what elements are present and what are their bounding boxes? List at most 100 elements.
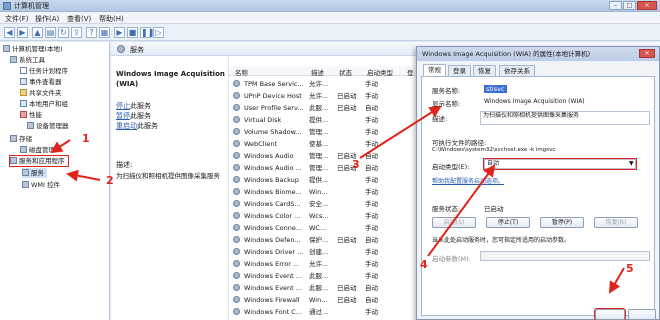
up-folder-icon[interactable]: ▲ <box>32 27 43 38</box>
tree-item-task-scheduler[interactable]: 任务计划程序 <box>20 66 68 76</box>
menu-action[interactable]: 操作(A) <box>35 14 59 24</box>
window-titlebar: 计算机管理 – □ ✕ <box>0 0 660 12</box>
help-icon[interactable]: ? <box>86 27 97 38</box>
service-row[interactable]: Windows Event ... 此服... 手动 <box>233 270 423 282</box>
restart-service-link[interactable]: 重启动 <box>116 122 137 130</box>
service-startup-type: 手动 <box>365 176 378 184</box>
service-row[interactable]: Windows Color ... Wcs... 手动 <box>233 210 423 222</box>
tree-item-performance[interactable]: 性能 <box>20 110 42 120</box>
service-row[interactable]: Virtual Disk 提供... 手动 <box>233 114 423 126</box>
column-logon[interactable]: 登 <box>407 67 414 77</box>
properties-icon[interactable]: ▦ <box>99 27 110 38</box>
service-row[interactable]: Windows Audio 管理... 已启动 自动 <box>233 150 423 162</box>
cancel-button[interactable] <box>628 309 656 320</box>
service-gear-icon <box>233 296 240 303</box>
service-startup-type: 手动 <box>365 248 378 256</box>
start-params-hint: 当从此处启动服务时，您可指定所适用的启动参数。 <box>432 237 571 244</box>
start-params-input[interactable] <box>480 251 650 261</box>
play-icon[interactable]: ▶ <box>114 27 125 38</box>
service-row[interactable]: Windows Defen... 保护... 已启动 自动 <box>233 234 423 246</box>
tree-item-wmi[interactable]: WMI 控件 <box>22 180 60 190</box>
tree-item-device-manager[interactable]: 设备管理器 <box>27 121 69 131</box>
service-row[interactable]: Windows Biome... Win... 手动 <box>233 186 423 198</box>
service-row[interactable]: Windows Font C... 通过... 手动 <box>233 306 423 318</box>
maximize-button[interactable]: □ <box>623 1 636 10</box>
service-row[interactable]: User Profile Serv... 此服... 已启动 自动 <box>233 102 423 114</box>
refresh-icon[interactable]: ↻ <box>58 27 69 38</box>
pause-icon[interactable]: ❚❚ <box>140 27 154 38</box>
service-startup-type: 手动 <box>365 92 378 100</box>
tree-item-event-viewer[interactable]: 事件查看器 <box>20 77 62 87</box>
help-configure-link[interactable]: 帮助我配置服务启动选项。 <box>432 176 504 185</box>
column-startup-type[interactable]: 启动类型 <box>367 67 393 77</box>
close-button[interactable]: ✕ <box>637 1 657 10</box>
column-description[interactable]: 描述 <box>311 67 324 77</box>
tree-item-shared-folders[interactable]: 共享文件夹 <box>20 88 62 98</box>
menu-view[interactable]: 查看(V) <box>67 14 91 24</box>
start-button[interactable]: 启动(S) <box>432 217 476 228</box>
service-row[interactable]: TPM Base Servic... 允许... 手动 <box>233 78 423 90</box>
service-row[interactable]: Windows Error ... 允许... 手动 <box>233 258 423 270</box>
stop-service-link[interactable]: 停止 <box>116 102 130 110</box>
service-gear-icon <box>233 164 240 171</box>
service-row[interactable]: Windows Event ... 此服... 已启动 自动 <box>233 282 423 294</box>
tree-item-local-users[interactable]: 本地用户和组 <box>20 99 68 109</box>
service-name: Windows Error ... <box>244 260 300 268</box>
startup-type-label: 启动类型(E): <box>432 163 470 171</box>
menu-help[interactable]: 帮助(H) <box>99 14 124 24</box>
column-name[interactable]: 名称 <box>235 67 248 77</box>
service-row[interactable]: UPnP Device Host 允许... 已启动 手动 <box>233 90 423 102</box>
description-field: 为扫描仪和照相机提供图像采集服务 <box>480 111 650 125</box>
service-row[interactable]: WebClient 使基... 手动 <box>233 138 423 150</box>
service-name: Virtual Disk <box>244 116 282 124</box>
pause-service-link[interactable]: 暂停 <box>116 112 130 120</box>
tab-recovery[interactable]: 恢复 <box>473 65 496 76</box>
chevron-down-icon[interactable]: ▼ <box>629 160 634 167</box>
ok-button[interactable] <box>594 308 626 320</box>
path-label: 可执行文件的路径: <box>432 139 487 147</box>
service-name-heading-2: (WIA) <box>116 80 139 88</box>
dialog-close-button[interactable]: ✕ <box>639 49 655 58</box>
startup-type-select[interactable]: 自动 <box>483 158 637 170</box>
service-startup-type: 自动 <box>365 164 378 172</box>
tree-item-services-apps[interactable]: 服务和应用程序 <box>9 155 69 167</box>
export-icon[interactable]: ⇪ <box>71 27 82 38</box>
service-row[interactable]: Volume Shadow... 管理... 手动 <box>233 126 423 138</box>
resume-button[interactable]: 恢复(R) <box>594 217 638 228</box>
tree-item-storage[interactable]: 存储 <box>10 134 32 144</box>
service-status-label: 服务状态: <box>432 205 461 213</box>
service-description: 通过... <box>309 308 329 316</box>
tree-item-services[interactable]: 服务 <box>22 168 47 178</box>
service-gear-icon <box>233 152 240 159</box>
restart-icon[interactable]: ▷ <box>153 27 164 38</box>
service-row[interactable]: Windows Conne... WC... 手动 <box>233 222 423 234</box>
service-row[interactable]: Windows Backup 提供... 手动 <box>233 174 423 186</box>
service-row[interactable]: Windows Audio ... 管理... 已启动 自动 <box>233 162 423 174</box>
service-name: WebClient <box>244 140 277 148</box>
column-status[interactable]: 状态 <box>339 67 352 77</box>
service-description: 保护... <box>309 236 329 244</box>
menu-file[interactable]: 文件(F) <box>5 14 29 24</box>
forward-icon[interactable]: ▶ <box>17 27 28 38</box>
properties-dialog: Windows Image Acquisition (WIA) 的属性(本地计算… <box>416 46 660 320</box>
tree-item-disk-management[interactable]: 磁盘管理 <box>20 145 55 155</box>
service-name: Windows Firewall <box>244 296 300 304</box>
tree-item-system-tools[interactable]: 系统工具 <box>10 55 45 65</box>
tree-root[interactable]: 计算机管理(本地) <box>3 44 63 54</box>
stop-icon[interactable]: ■ <box>127 27 138 38</box>
show-tree-icon[interactable]: ▤ <box>45 27 56 38</box>
window-title: 计算机管理 <box>14 2 49 10</box>
stop-button[interactable]: 停止(T) <box>486 217 530 228</box>
display-name-label: 显示名称: <box>432 100 461 108</box>
tab-logon[interactable]: 登录 <box>448 65 471 76</box>
service-row[interactable]: Windows CardS... 安全... 手动 <box>233 198 423 210</box>
tab-dependencies[interactable]: 依存关系 <box>499 65 535 76</box>
back-icon[interactable]: ◀ <box>4 27 15 38</box>
minimize-button[interactable]: – <box>609 1 622 10</box>
service-row[interactable]: Windows Firewall Win... 已启动 自动 <box>233 294 423 306</box>
pause-button[interactable]: 暂停(P) <box>540 217 584 228</box>
service-name-value[interactable]: stisvc <box>484 85 507 93</box>
service-gear-icon <box>233 272 240 279</box>
service-row[interactable]: Windows Driver ... 创建... 手动 <box>233 246 423 258</box>
tab-general[interactable]: 常规 <box>423 64 446 76</box>
